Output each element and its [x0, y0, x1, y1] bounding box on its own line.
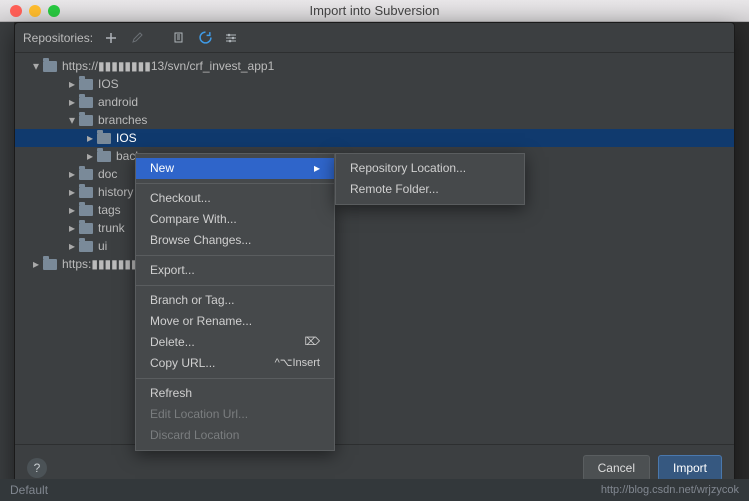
folder-icon	[79, 79, 93, 90]
menu-delete-shortcut: ⌦	[304, 332, 320, 353]
folder-icon	[79, 187, 93, 198]
folder-icon	[79, 97, 93, 108]
folder-icon	[79, 241, 93, 252]
folder-icon	[79, 169, 93, 180]
tree-item[interactable]: ▾ branches	[15, 111, 734, 129]
expand-arrow-icon[interactable]: ▾	[31, 57, 41, 75]
edit-repo-icon[interactable]	[129, 30, 145, 46]
expand-arrow-icon[interactable]: ▸	[67, 165, 77, 183]
left-gutter	[0, 22, 14, 501]
context-menu: New ▸ Checkout... Compare With... Browse…	[135, 153, 335, 451]
tree-item-label: trunk	[98, 219, 125, 237]
menu-separator	[136, 183, 334, 184]
expand-arrow-icon[interactable]: ▸	[67, 93, 77, 111]
titlebar: Import into Subversion	[0, 0, 749, 22]
tree-repo-root[interactable]: ▸https:▮▮▮▮▮▮▮▮▮▮▮▮▮▮▮▮▮▮▮▮/branches	[15, 255, 734, 273]
expand-arrow-icon[interactable]: ▸	[85, 129, 95, 147]
menu-new[interactable]: New ▸	[136, 158, 334, 179]
expand-arrow-icon[interactable]: ▸	[67, 237, 77, 255]
folder-icon	[43, 259, 57, 270]
folder-icon	[97, 151, 111, 162]
menu-new-label: New	[150, 158, 174, 179]
menu-remote-folder[interactable]: Remote Folder...	[336, 179, 524, 200]
tree-item-label: IOS	[98, 75, 119, 93]
tree-item-label: history	[98, 183, 133, 201]
status-url: http://blog.csdn.net/wrjzycok	[601, 484, 739, 496]
expand-arrow-icon[interactable]: ▸	[31, 255, 41, 273]
expand-arrow-icon[interactable]: ▸	[67, 75, 77, 93]
expand-arrow-icon[interactable]: ▸	[67, 219, 77, 237]
tree-item[interactable]: ▸ ui	[15, 237, 734, 255]
import-dialog: Repositories: ▾ https://▮▮▮▮▮▮▮▮13/svn/cr…	[14, 22, 735, 491]
menu-move-rename[interactable]: Move or Rename...	[136, 311, 334, 332]
folder-icon	[43, 61, 57, 72]
folder-icon	[79, 205, 93, 216]
tree-item[interactable]: ▸ IOS	[15, 75, 734, 93]
menu-separator	[136, 378, 334, 379]
menu-separator	[136, 255, 334, 256]
menu-discard-location: Discard Location	[136, 425, 334, 446]
tree-repo-root[interactable]: ▾ https://▮▮▮▮▮▮▮▮13/svn/crf_invest_app1	[15, 57, 734, 75]
toolbar-separator	[155, 30, 161, 46]
menu-edit-location: Edit Location Url...	[136, 404, 334, 425]
tree-item-label: android	[98, 93, 138, 111]
status-label: Default	[10, 483, 48, 497]
tree-item[interactable]: ▸ android	[15, 93, 734, 111]
folder-icon	[79, 223, 93, 234]
menu-copy-url[interactable]: Copy URL... ^⌥Insert	[136, 353, 334, 374]
repository-tree[interactable]: ▾https://▮▮▮▮▮▮▮▮13/svn/crf_invest_app1▸…	[15, 53, 734, 444]
menu-copy-url-shortcut: ^⌥Insert	[275, 353, 320, 374]
submenu-arrow-icon: ▸	[314, 158, 320, 179]
tree-item-label: https://▮▮▮▮▮▮▮▮13/svn/crf_invest_app1	[62, 57, 274, 75]
repositories-toolbar: Repositories:	[15, 23, 734, 53]
menu-browse-changes[interactable]: Browse Changes...	[136, 230, 334, 251]
expand-arrow-icon[interactable]: ▸	[67, 201, 77, 219]
tree-item-label: branches	[98, 111, 147, 129]
menu-branch-or-tag[interactable]: Branch or Tag...	[136, 290, 334, 311]
menu-export[interactable]: Export...	[136, 260, 334, 281]
help-button[interactable]: ?	[27, 458, 47, 478]
tree-item[interactable]: ▸ IOS	[15, 129, 734, 147]
menu-refresh[interactable]: Refresh	[136, 383, 334, 404]
import-button[interactable]: Import	[658, 455, 722, 481]
menu-checkout[interactable]: Checkout...	[136, 188, 334, 209]
repositories-label: Repositories:	[23, 31, 93, 45]
refresh-icon[interactable]	[197, 30, 213, 46]
menu-separator	[136, 285, 334, 286]
menu-repository-location[interactable]: Repository Location...	[336, 158, 524, 179]
tree-item[interactable]: ▸ trunk	[15, 219, 734, 237]
copy-icon[interactable]	[171, 30, 187, 46]
expand-arrow-icon[interactable]: ▸	[67, 183, 77, 201]
expand-arrow-icon[interactable]: ▸	[85, 147, 95, 165]
tree-item-label: tags	[98, 201, 121, 219]
folder-icon	[79, 115, 93, 126]
menu-compare-with[interactable]: Compare With...	[136, 209, 334, 230]
status-bar: Default http://blog.csdn.net/wrjzycok	[0, 479, 749, 501]
add-repo-icon[interactable]	[103, 30, 119, 46]
tree-item-label: ui	[98, 237, 107, 255]
cancel-button[interactable]: Cancel	[583, 455, 650, 481]
window-title: Import into Subversion	[0, 3, 749, 18]
folder-icon	[97, 133, 111, 144]
expand-arrow-icon[interactable]: ▾	[67, 111, 77, 129]
new-submenu: Repository Location... Remote Folder...	[335, 153, 525, 205]
tree-item-label: IOS	[116, 129, 137, 147]
tree-item-label: doc	[98, 165, 117, 183]
menu-delete[interactable]: Delete... ⌦	[136, 332, 334, 353]
settings-icon[interactable]	[223, 30, 239, 46]
